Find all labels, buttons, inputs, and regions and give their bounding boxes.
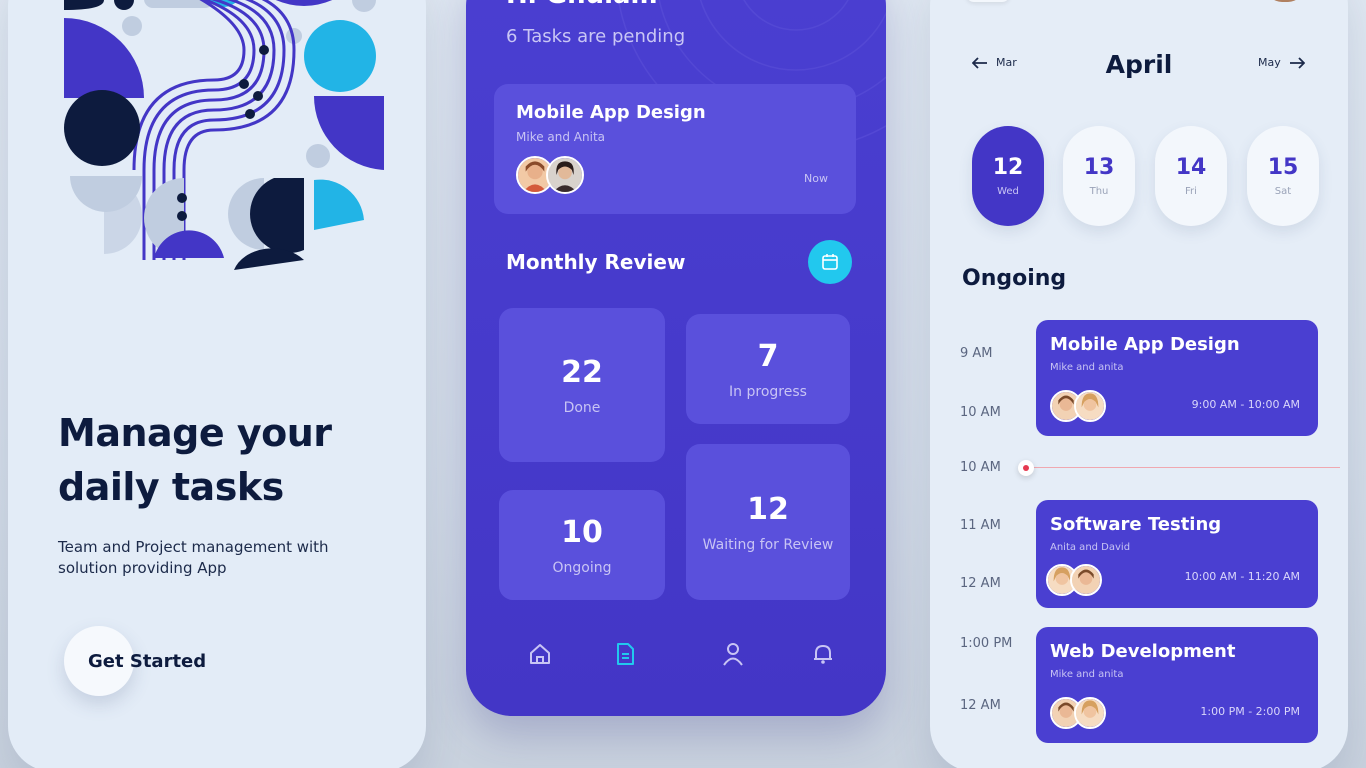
current-time-indicator bbox=[1018, 460, 1034, 476]
day-chip[interactable]: 15 Sat bbox=[1247, 126, 1319, 226]
avatar bbox=[546, 156, 584, 194]
time-label: 11 AM bbox=[960, 518, 1001, 533]
get-started-button[interactable]: Get Started bbox=[64, 626, 264, 696]
stat-label: Ongoing bbox=[552, 559, 612, 576]
stat-label: Waiting for Review bbox=[702, 536, 834, 553]
home-icon[interactable] bbox=[526, 640, 554, 668]
event-members: Mike and anita bbox=[1050, 362, 1124, 373]
event-title: Mobile App Design bbox=[1050, 334, 1240, 355]
menu-button[interactable] bbox=[966, 0, 1010, 2]
stat-card-done[interactable]: 22 Done bbox=[499, 308, 665, 462]
event-time: 1:00 PM - 2:00 PM bbox=[1200, 705, 1300, 718]
day-number: 14 bbox=[1175, 155, 1207, 180]
event-avatars bbox=[1050, 390, 1106, 422]
dashboard-screen: Hi Ghulam 6 Tasks are pending Mobile App… bbox=[466, 0, 886, 716]
time-label: 1:00 PM bbox=[960, 636, 1013, 651]
stat-card-ongoing[interactable]: 10 Ongoing bbox=[499, 490, 665, 600]
event-card[interactable]: Software Testing Anita and David 10:00 A… bbox=[1036, 500, 1318, 608]
month-navigation: Mar April May bbox=[930, 50, 1348, 90]
stat-label: Done bbox=[563, 399, 601, 416]
current-time-line bbox=[1020, 467, 1340, 468]
next-month-label: May bbox=[1258, 56, 1281, 69]
featured-task-card[interactable]: Mobile App Design Mike and Anita Now bbox=[494, 84, 856, 214]
time-label: 12 AM bbox=[960, 576, 1001, 591]
event-title: Web Development bbox=[1050, 641, 1236, 662]
day-weekday: Wed bbox=[997, 186, 1019, 197]
stat-card-waiting-review[interactable]: 12 Waiting for Review bbox=[686, 444, 850, 600]
arrow-right-icon bbox=[1289, 56, 1305, 69]
ongoing-title: Ongoing bbox=[962, 266, 1067, 291]
stat-card-in-progress[interactable]: 7 In progress bbox=[686, 314, 850, 424]
time-label: 12 AM bbox=[960, 698, 1001, 713]
featured-task-title: Mobile App Design bbox=[516, 102, 706, 123]
time-label: 10 AM bbox=[960, 405, 1001, 420]
event-avatars bbox=[1050, 697, 1106, 729]
hero-title: Manage your daily tasks bbox=[58, 411, 332, 509]
day-number: 15 bbox=[1267, 155, 1299, 180]
onboarding-screen: Manage your daily tasks Team and Project… bbox=[8, 0, 426, 768]
avatar bbox=[1074, 697, 1106, 729]
day-number: 12 bbox=[992, 155, 1024, 180]
event-time: 9:00 AM - 10:00 AM bbox=[1191, 398, 1300, 411]
day-number: 13 bbox=[1083, 155, 1115, 180]
stat-value: 7 bbox=[757, 338, 779, 374]
profile-avatar[interactable] bbox=[1266, 0, 1304, 2]
featured-task-time: Now bbox=[804, 172, 828, 185]
day-weekday: Fri bbox=[1185, 186, 1197, 197]
calendar-icon bbox=[822, 254, 838, 270]
pending-tasks-text: 6 Tasks are pending bbox=[506, 26, 686, 47]
geometric-illustration bbox=[64, 0, 384, 270]
day-chip-selected[interactable]: 12 Wed bbox=[972, 126, 1044, 226]
schedule-screen: Mar April May 12 Wed 13 Thu 14 Fri 15 Sa… bbox=[930, 0, 1348, 768]
bottom-nav bbox=[466, 640, 886, 680]
stat-value: 10 bbox=[561, 514, 603, 550]
time-label: 9 AM bbox=[960, 346, 993, 361]
day-weekday: Sat bbox=[1274, 186, 1292, 197]
event-time: 10:00 AM - 11:20 AM bbox=[1184, 570, 1300, 583]
document-icon[interactable] bbox=[611, 640, 639, 668]
avatar bbox=[1070, 564, 1102, 596]
featured-task-avatars bbox=[516, 156, 584, 194]
get-started-label: Get Started bbox=[88, 650, 207, 672]
event-title: Software Testing bbox=[1050, 514, 1222, 535]
stat-value: 22 bbox=[561, 354, 603, 390]
event-members: Mike and anita bbox=[1050, 669, 1124, 680]
event-avatars bbox=[1046, 564, 1102, 596]
day-chip[interactable]: 14 Fri bbox=[1155, 126, 1227, 226]
profile-icon[interactable] bbox=[719, 640, 747, 668]
time-label: 10 AM bbox=[960, 460, 1001, 475]
day-weekday: Thu bbox=[1089, 186, 1109, 197]
stat-label: In progress bbox=[729, 383, 807, 400]
bell-icon[interactable] bbox=[809, 640, 837, 668]
event-card[interactable]: Web Development Mike and anita 1:00 PM -… bbox=[1036, 627, 1318, 743]
calendar-button[interactable] bbox=[808, 240, 852, 284]
avatar bbox=[1074, 390, 1106, 422]
day-chip[interactable]: 13 Thu bbox=[1063, 126, 1135, 226]
event-members: Anita and David bbox=[1050, 542, 1131, 553]
next-month-button[interactable]: May bbox=[1258, 56, 1305, 69]
stat-value: 12 bbox=[747, 491, 789, 527]
monthly-review-title: Monthly Review bbox=[506, 250, 686, 274]
greeting-text: Hi Ghulam bbox=[506, 0, 658, 10]
featured-task-members: Mike and Anita bbox=[516, 130, 606, 144]
event-card[interactable]: Mobile App Design Mike and anita 9:00 AM… bbox=[1036, 320, 1318, 436]
hero-subtitle: Team and Project management with solutio… bbox=[58, 538, 329, 577]
